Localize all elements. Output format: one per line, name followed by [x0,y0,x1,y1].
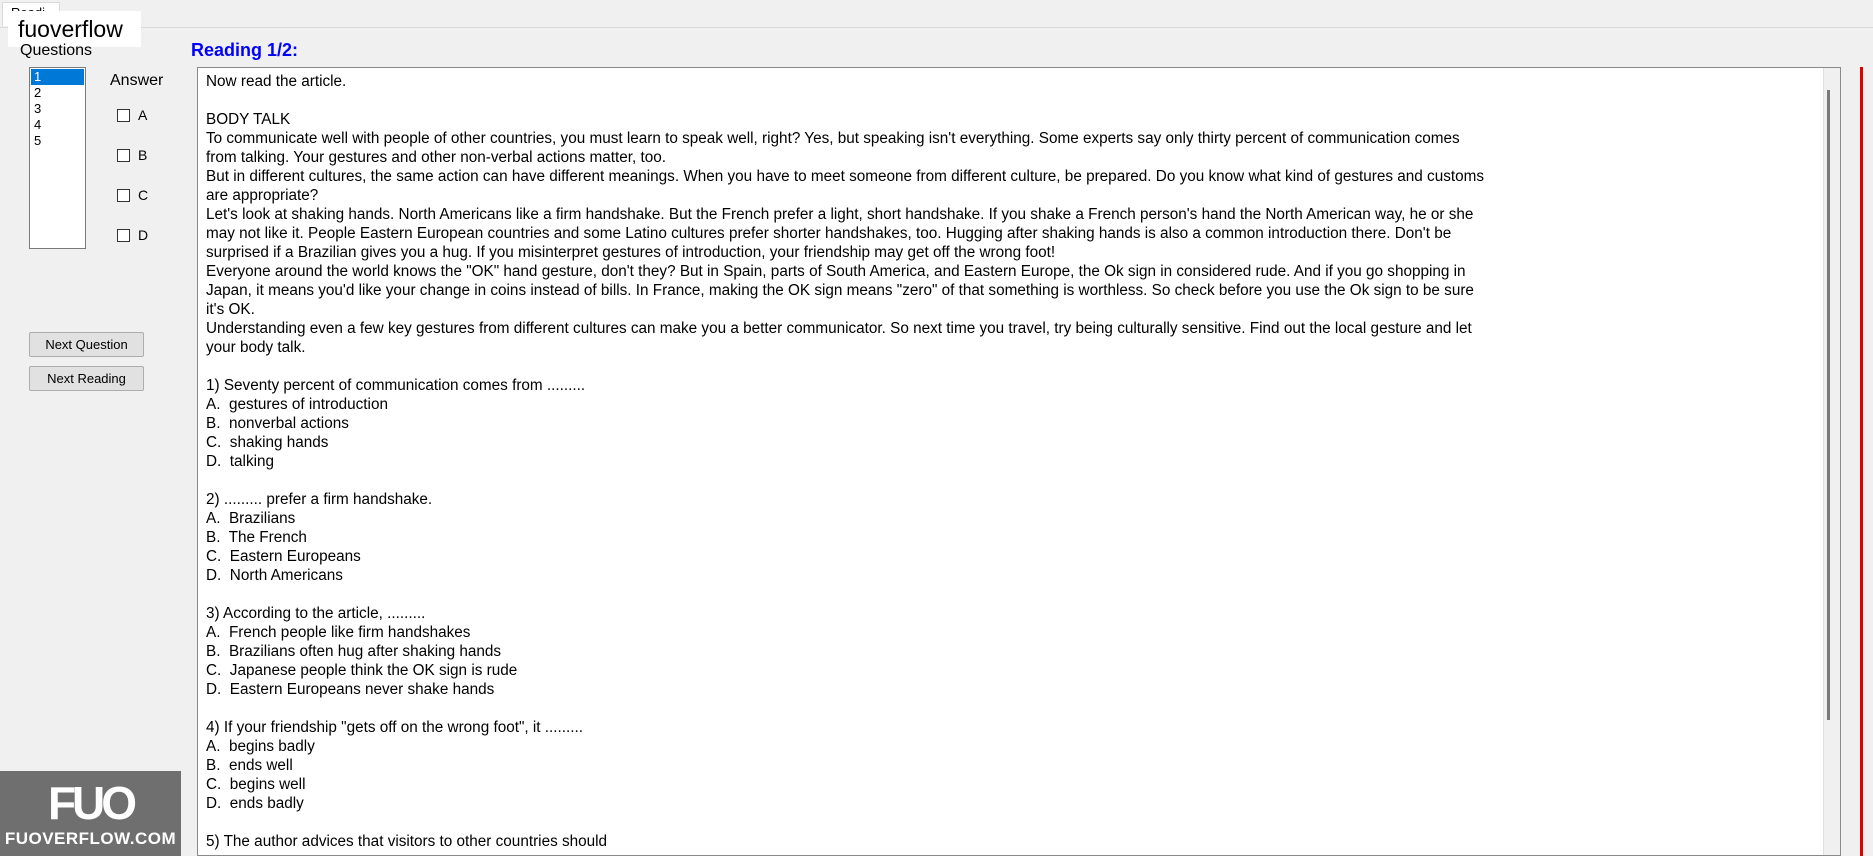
question-list-item[interactable]: 3 [31,101,84,117]
option-label-b: B [138,147,148,163]
reading-content: Now read the article. BODY TALK To commu… [206,73,1485,850]
reading-textbox[interactable]: Now read the article. BODY TALK To commu… [197,67,1841,856]
scrollbar-thumb[interactable] [1827,90,1830,720]
answer-option-a[interactable]: A [117,107,147,123]
reading-title: Reading 1/2: [191,40,299,60]
option-label-a: A [138,107,148,123]
option-label-d: D [138,227,149,243]
option-label-c: C [138,187,149,203]
checkbox-d[interactable] [117,228,130,242]
answer-option-d[interactable]: D [117,227,148,243]
red-edge-marker [1860,67,1863,856]
logo-text: FUOVERFLOW.COM [4,829,177,848]
fuoverflow-logo: FUO FUOVERFLOW.COM [0,771,181,856]
question-list-item[interactable]: 2 [31,85,84,101]
tab-strip: Readi... [0,0,1873,28]
answer-option-c[interactable]: C [117,187,148,203]
answer-label: Answer [110,72,164,89]
checkbox-a[interactable] [117,108,130,122]
reading-scrollbar[interactable] [1823,68,1840,855]
next-question-button[interactable]: Next Question [29,332,144,357]
question-list-item[interactable]: 5 [31,133,84,149]
next-reading-button[interactable]: Next Reading [29,366,144,391]
question-list-item[interactable]: 4 [31,117,84,133]
questions-listbox[interactable]: 1 2 3 4 5 [29,67,86,249]
logo-mark: FUO [47,777,137,829]
answer-option-b[interactable]: B [117,147,147,163]
checkbox-c[interactable] [117,188,130,202]
question-list-item[interactable]: 1 [31,69,84,85]
questions-label: Questions [20,42,93,59]
checkbox-b[interactable] [117,148,130,162]
